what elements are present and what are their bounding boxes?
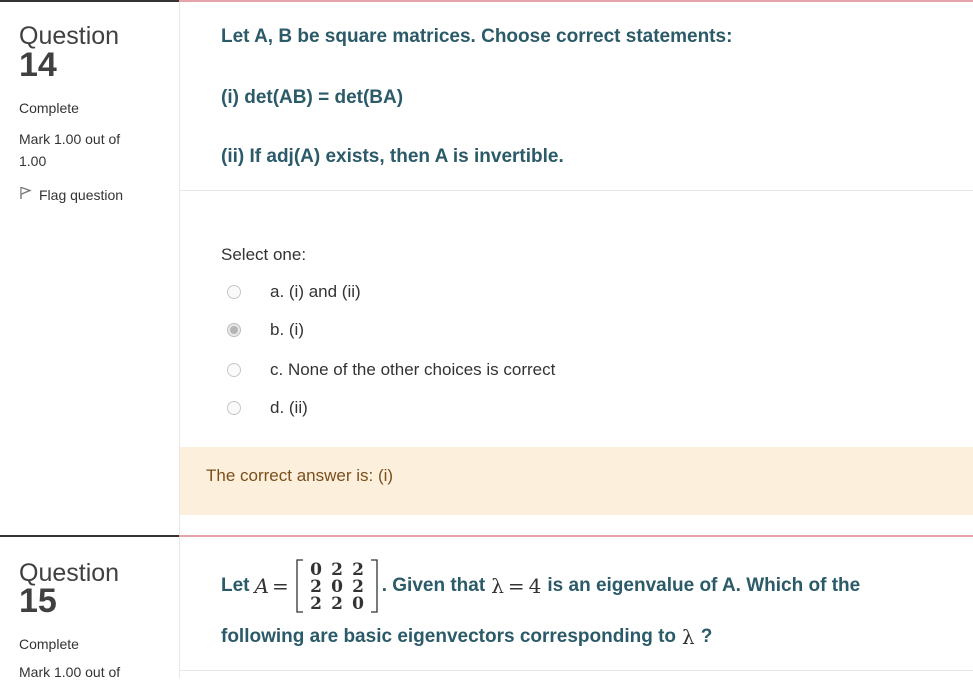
option-d[interactable]: d. (ii) (227, 398, 308, 418)
question-14-info: Question 14 Complete Mark 1.00 out of 1.… (0, 0, 179, 535)
question-15-divider (179, 537, 180, 678)
eigenvector-question: following are basic eigenvectors corresp… (221, 626, 677, 647)
option-a-radio[interactable] (227, 285, 241, 299)
question-state: Complete (19, 636, 79, 652)
lambda-symbol-2: λ (682, 625, 695, 649)
correct-answer-text: The correct answer is: (i) (206, 466, 394, 485)
option-c[interactable]: c. None of the other choices is correct (227, 360, 555, 380)
option-a-label: a. (i) and (ii) (270, 282, 361, 301)
question-mark: ? (700, 626, 713, 647)
question-number: 15 (19, 582, 57, 620)
lambda-symbol: λ (491, 574, 504, 598)
option-d-radio[interactable] (227, 401, 241, 415)
matrix-cell: 2 (310, 594, 322, 614)
matrix-cell: 0 (352, 594, 364, 614)
matrix-cell: 2 (331, 594, 343, 614)
flag-question-button[interactable]: Flag question (19, 186, 123, 203)
question-15-text-line-1: Let A = 022202220 . Given that λ = 4 is … (221, 556, 860, 616)
matrix-variable: A (254, 574, 269, 598)
question-15-content-top-border (179, 535, 973, 537)
question-grade: Mark 1.00 out of (19, 664, 121, 680)
flag-icon (19, 186, 33, 203)
question-text-line-1: Let A, B be square matrices. Choose corr… (221, 26, 733, 47)
question-number: 14 (19, 46, 57, 84)
question-15-info: Question 15 Complete Mark 1.00 out of (0, 535, 179, 680)
option-a[interactable]: a. (i) and (ii) (227, 282, 361, 302)
question-15-text-line-2: following are basic eigenvectors corresp… (221, 625, 712, 649)
question-state: Complete (19, 100, 79, 116)
eigenvalue-statement: is an eigenvalue of A. Which of the (547, 575, 861, 596)
option-d-label: d. (ii) (270, 398, 308, 417)
equals-sign-2: = (507, 574, 525, 598)
question-15-text-separator (180, 670, 973, 671)
flag-question-label: Flag question (39, 186, 124, 203)
option-c-radio[interactable] (227, 363, 241, 377)
option-c-label: c. None of the other choices is correct (270, 360, 556, 379)
question-grade: Mark 1.00 out of 1.00 (19, 131, 121, 169)
matrix-a: 022202220 (294, 556, 380, 616)
select-one-prompt: Select one: (221, 245, 307, 264)
question-14-content-top-border (179, 0, 973, 2)
question-text-line-2: (i) det(AB) = det(BA) (221, 87, 404, 108)
option-b-label: b. (i) (270, 320, 304, 339)
question-text-line-3: (ii) If adj(A) exists, then A is inverti… (221, 146, 564, 167)
given-that-text: . Given that (381, 575, 486, 596)
let-word: Let (221, 575, 250, 596)
option-b[interactable]: b. (i) (227, 320, 304, 340)
feedback-box: The correct answer is: (i) (180, 447, 973, 515)
question-text-separator (180, 190, 973, 191)
option-b-radio[interactable] (227, 323, 241, 337)
eigenvalue: 4 (528, 574, 542, 598)
equals-sign: = (271, 574, 289, 598)
